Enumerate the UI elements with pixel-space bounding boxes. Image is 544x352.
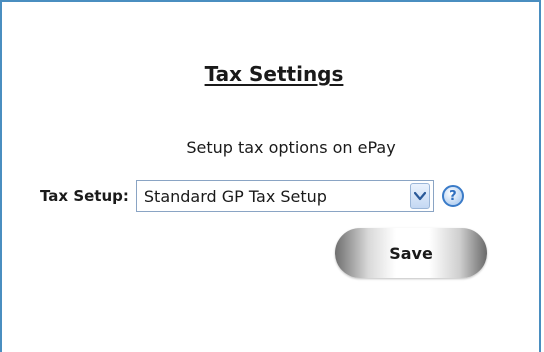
page-subtitle: Setup tax options on ePay — [186, 138, 396, 157]
save-button[interactable]: Save — [335, 228, 487, 278]
tax-setup-row: Tax Setup: Standard GP Tax Setup ? — [40, 178, 464, 214]
tax-setup-label: Tax Setup: — [40, 187, 129, 205]
settings-panel: Tax Settings Setup tax options on ePay T… — [0, 0, 541, 352]
tax-setup-selected-value: Standard GP Tax Setup — [143, 186, 327, 206]
question-mark-icon[interactable]: ? — [441, 185, 464, 207]
page-title: Tax Settings — [204, 62, 344, 86]
chevron-down-icon[interactable] — [409, 183, 430, 209]
tax-setup-select[interactable]: Standard GP Tax Setup — [135, 180, 434, 212]
